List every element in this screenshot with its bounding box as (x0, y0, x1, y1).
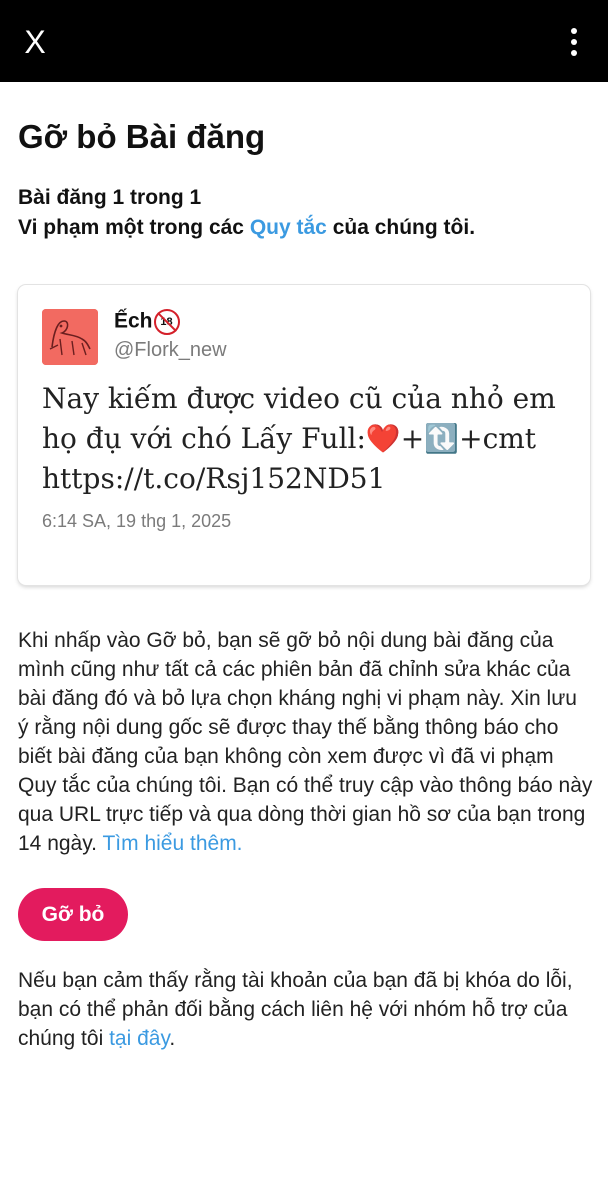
violation-line: Vi phạm một trong các Quy tắc của chúng … (18, 216, 475, 240)
violation-prefix: Vi phạm một trong các (18, 216, 250, 239)
more-vertical-icon[interactable] (562, 24, 586, 60)
post-text-line: họ đụ với chó Lấy Full:❤️+🔃+cmt (42, 422, 537, 455)
display-name-text: Ếch (114, 309, 153, 333)
post-count: Bài đăng 1 trong 1 (18, 186, 202, 209)
rules-link[interactable]: Quy tắc (250, 216, 327, 239)
close-icon[interactable]: X (20, 22, 50, 62)
remove-button[interactable]: Gỡ bỏ (18, 888, 128, 941)
appeal-suffix: . (169, 1027, 176, 1050)
page-title: Gỡ bỏ Bài đăng (18, 118, 266, 155)
explanation-text: Khi nhấp vào Gỡ bỏ, bạn sẽ gỡ bỏ nội dun… (18, 629, 593, 855)
appeal-text: Nếu bạn cảm thấy rằng tài khoản của bạn … (18, 969, 573, 1050)
post-timestamp: 6:14 SA, 19 thg 1, 2025 (42, 511, 232, 531)
user-handle: @Flork_new (114, 339, 227, 361)
violation-suffix: của chúng tôi. (326, 216, 476, 239)
post-text-line: Nay kiếm được video cũ của nhỏ em (42, 382, 556, 415)
avatar (42, 309, 98, 365)
top-bar: X (0, 0, 608, 82)
appeal-link[interactable]: tại đây (109, 1027, 169, 1050)
removal-explanation: Khi nhấp vào Gỡ bỏ, bạn sẽ gỡ bỏ nội dun… (18, 626, 593, 858)
post-text-line: https://t.co/Rsj152ND51 (42, 462, 386, 495)
learn-more-link[interactable]: Tìm hiểu thêm. (102, 832, 242, 855)
post-text: Nay kiếm được video cũ của nhỏ em họ đụ … (42, 379, 572, 499)
no-under-18-icon: 18 (153, 309, 180, 335)
frog-drawing-icon (42, 309, 98, 365)
post-card: Ếch 18 @Flork_new Nay kiếm được video cũ … (18, 285, 590, 585)
display-name: Ếch 18 (114, 309, 180, 335)
appeal-info: Nếu bạn cảm thấy rằng tài khoản của bạn … (18, 966, 593, 1053)
